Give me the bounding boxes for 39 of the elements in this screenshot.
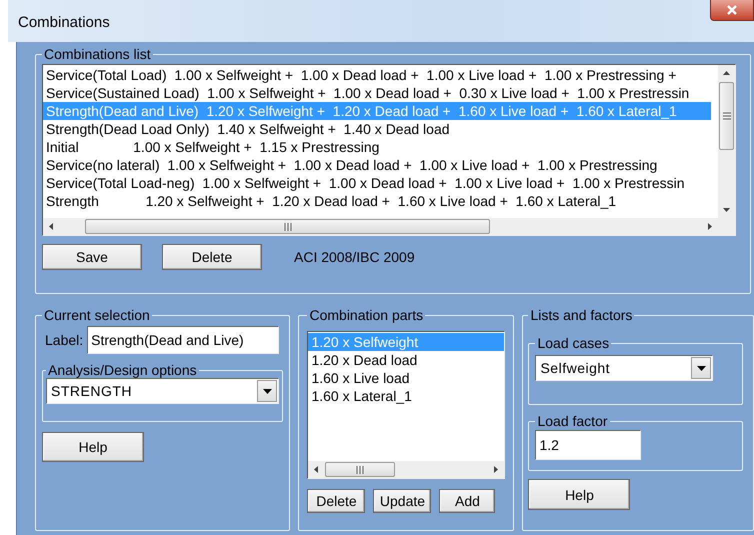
close-icon — [726, 5, 738, 15]
help-button[interactable]: Help — [42, 432, 144, 462]
label-field[interactable]: Strength(Dead and Live) — [87, 326, 280, 354]
list-item[interactable]: 1.60 x Live load — [308, 369, 504, 387]
field-label: Label: — [45, 332, 84, 348]
button[interactable]: Update — [373, 489, 432, 513]
load-factor-field[interactable]: 1.2 — [535, 430, 642, 460]
button[interactable]: Add — [439, 489, 496, 513]
close-button[interactable] — [710, 0, 754, 21]
code-label: ACI 2008/IBC 2009 — [294, 249, 415, 265]
group-title: Combination parts — [308, 307, 424, 323]
horizontal-scrollbar[interactable] — [308, 461, 504, 478]
list-item[interactable]: Service(Total Load) 1.00 x Selfweight + 1.00 x Dead load + 1.00 x Live load + 1.00 x Prestressing + — [43, 66, 718, 84]
list-item[interactable]: Strength(Dead Load Only) 1.40 x Selfweight + 1.40 x Dead load — [43, 120, 718, 138]
group-title: Combinations list — [43, 46, 152, 62]
scroll-thumb[interactable] — [719, 82, 734, 150]
group-title: Analysis/Design options — [47, 362, 198, 378]
button[interactable]: Save — [42, 244, 142, 270]
horizontal-scrollbar[interactable] — [43, 218, 735, 235]
scroll-thumb[interactable] — [325, 462, 396, 477]
group-title: Lists and factors — [529, 307, 634, 323]
vertical-scrollbar[interactable] — [718, 65, 735, 218]
load-case-dropdown[interactable]: Selfweight — [535, 355, 714, 381]
window-title: Combinations — [18, 14, 110, 31]
list-item[interactable]: Strength 1.20 x Selfweight + 1.20 x Dead load + 1.60 x Live load + 1.60 x Lateral_1 — [43, 192, 718, 210]
button[interactable]: Delete — [162, 244, 262, 270]
list-item[interactable]: Service(Sustained Load) 1.00 x Selfweight + 1.00 x Dead load + 0.30 x Live load + 1.00 x Prestressin — [43, 84, 718, 102]
group-title: Load cases — [536, 335, 610, 351]
group-title: Load factor — [536, 413, 609, 429]
list-item[interactable]: Service(Total Load-neg) 1.00 x Selfweight + 1.00 x Dead load + 1.00 x Live load + 1.00 x Prestressin — [43, 174, 718, 192]
list-item[interactable]: Initial 1.00 x Selfweight + 1.15 x Prestressing — [43, 138, 718, 156]
help-button[interactable]: Help — [528, 479, 630, 510]
group-title: Current selection — [43, 307, 151, 323]
button[interactable]: Delete — [307, 489, 366, 513]
list-item[interactable]: 1.20 x Dead load — [308, 351, 504, 369]
analysis-dropdown[interactable]: STRENGTH — [46, 378, 280, 404]
scroll-thumb[interactable] — [85, 219, 490, 234]
list-item[interactable]: Service(no lateral) 1.00 x Selfweight + 1.00 x Dead load + 1.00 x Live load + 1.00 x Prestressing — [43, 156, 718, 174]
list-item[interactable]: 1.60 x Lateral_1 — [308, 387, 504, 405]
